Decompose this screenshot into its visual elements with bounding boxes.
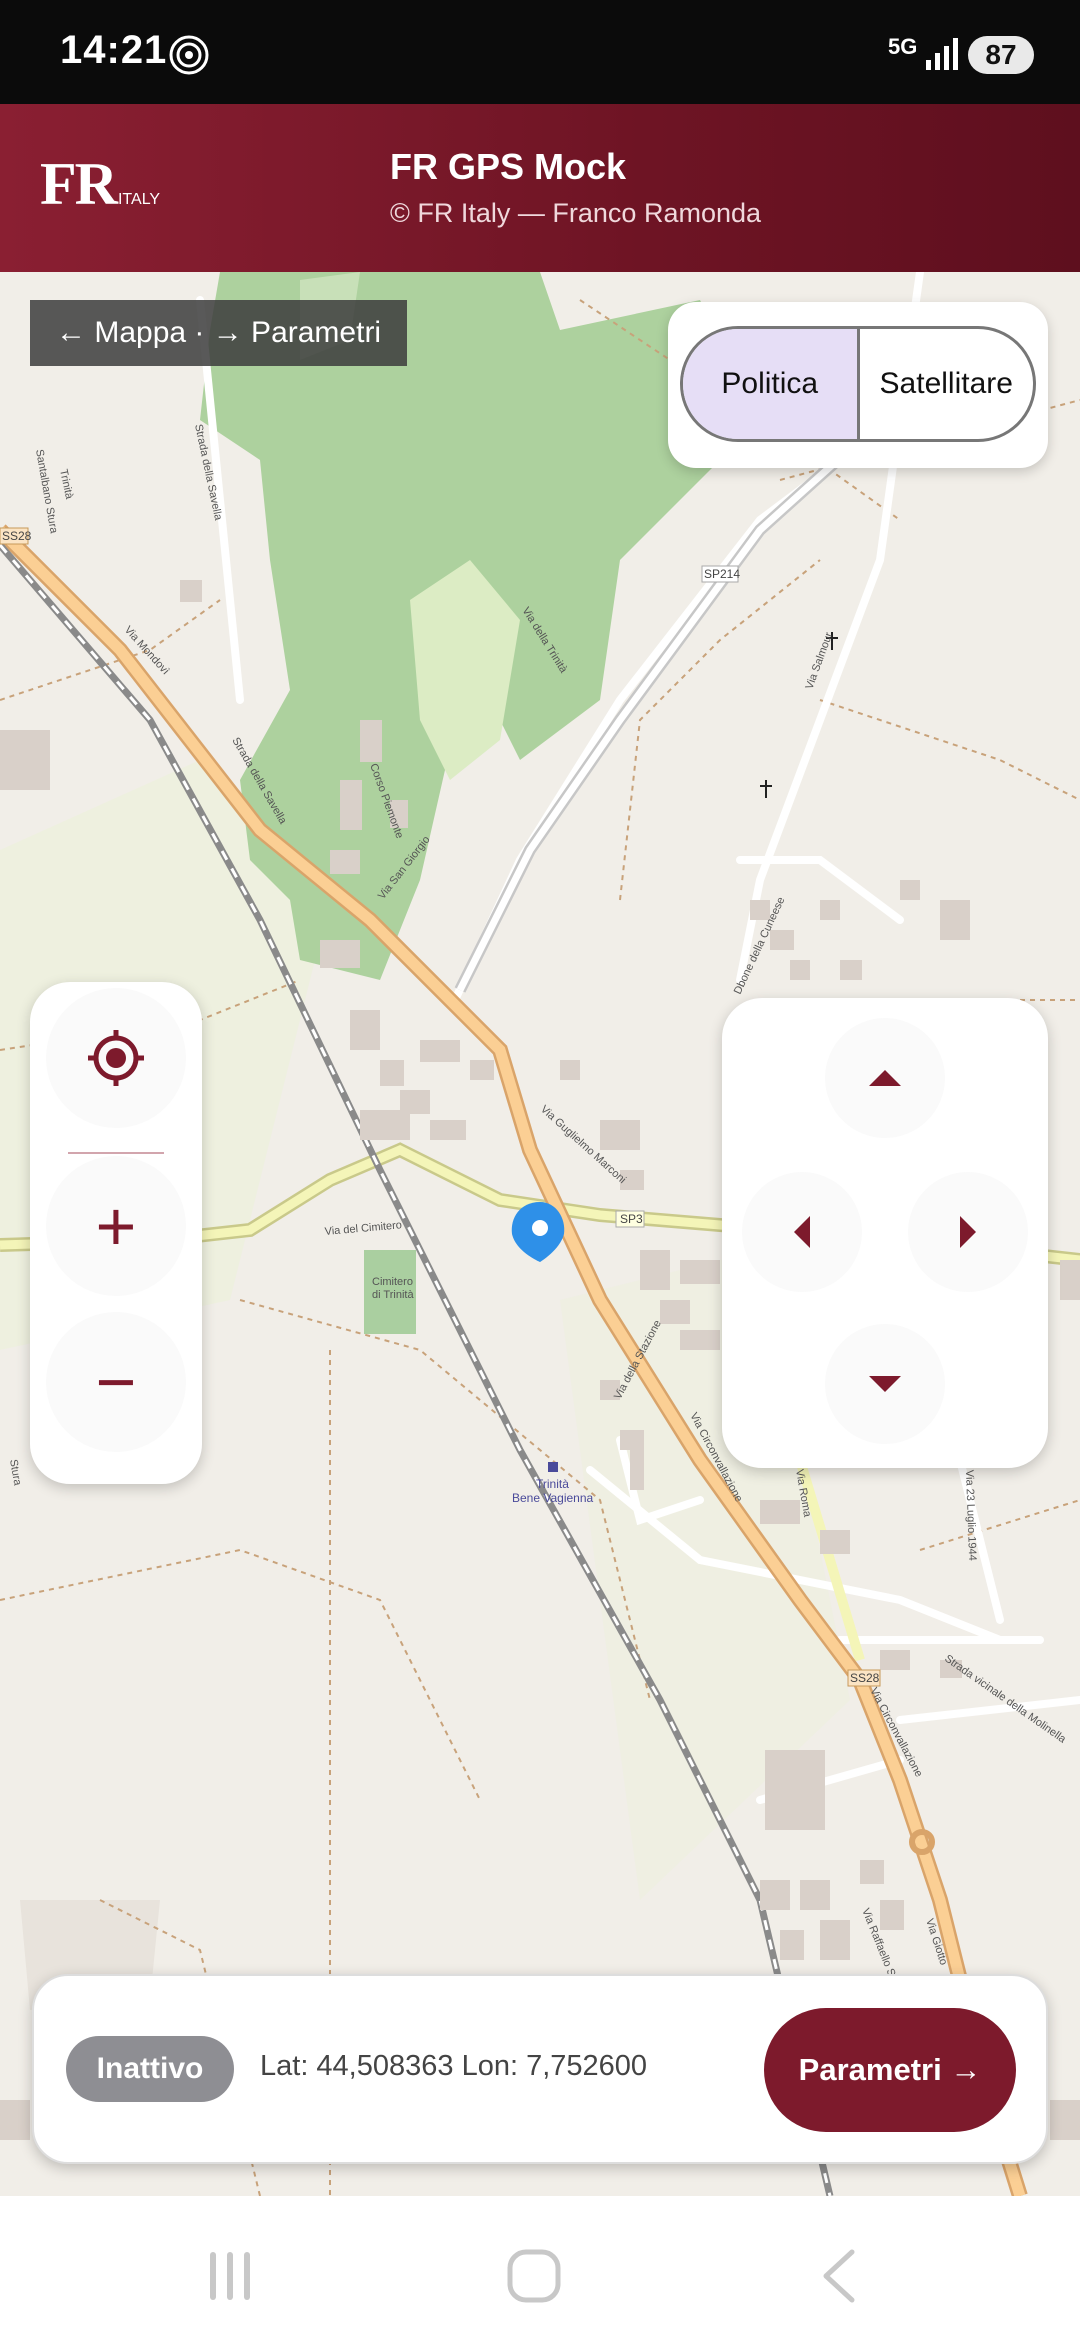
network-type: 5G [888, 34, 918, 59]
home-icon[interactable] [506, 2248, 562, 2304]
status-badge: Inattivo [66, 2036, 234, 2102]
svg-text:Bene Vagienna: Bene Vagienna [512, 1491, 594, 1505]
move-up-button[interactable] [825, 1018, 945, 1138]
logo-sub: ITALY [117, 191, 161, 208]
app-title: FR GPS Mock [390, 146, 627, 187]
svg-text:SP3: SP3 [620, 1212, 643, 1226]
app-subtitle: © FR Italy — Franco Ramonda [390, 198, 762, 228]
layer-toggle: Politica Satellitare [680, 326, 1036, 442]
system-nav-bar [0, 2196, 1080, 2340]
signal-icon [926, 38, 958, 70]
move-left-button[interactable] [742, 1172, 862, 1292]
layer-option-satellitare[interactable]: Satellitare [860, 329, 1034, 439]
recent-apps-icon[interactable] [206, 2248, 254, 2304]
arrow-up-icon [869, 1070, 901, 1086]
status-panel: Inattivo Lat: 44,508363 Lon: 7,752600 Pa… [32, 1974, 1048, 2164]
nfc-icon [169, 35, 209, 75]
status-time: 14:21 [60, 28, 168, 72]
move-right-button[interactable] [908, 1172, 1028, 1292]
svg-text:SS28: SS28 [2, 529, 32, 543]
svg-text:Cimitero: Cimitero [372, 1276, 413, 1288]
arrow-down-icon [869, 1376, 901, 1392]
svg-text:SP214: SP214 [704, 567, 740, 581]
app-header: FR ITALY FR GPS Mock © FR Italy — Franco … [0, 104, 1080, 272]
layer-option-politica[interactable]: Politica [683, 329, 857, 439]
navigation-hint: ← Mappa · → Parametri [30, 300, 408, 366]
coordinates-readout: Lat: 44,508363 Lon: 7,752600 [260, 2050, 648, 2082]
zoom-out-button[interactable]: − [46, 1312, 186, 1452]
status-bar: 14:21 5G 87 [0, 0, 1080, 104]
layer-toggle-card: Politica Satellitare [668, 302, 1048, 468]
zoom-divider [68, 1152, 164, 1154]
locate-button[interactable] [46, 988, 186, 1128]
battery-indicator: 87 [968, 36, 1034, 74]
zoom-controls: + − [30, 982, 202, 1484]
arrow-right-icon [960, 1216, 976, 1248]
logo-main: FR [40, 151, 118, 217]
app-logo: FR ITALY [40, 150, 160, 219]
zoom-in-button[interactable]: + [46, 1156, 186, 1296]
parametri-button[interactable]: Parametri → [764, 2008, 1016, 2132]
crosshair-icon [88, 1030, 144, 1086]
direction-pad [722, 998, 1048, 1468]
svg-text:Trinità: Trinità [536, 1477, 569, 1491]
svg-text:SS28: SS28 [850, 1671, 880, 1685]
arrow-left-icon [794, 1216, 810, 1248]
move-down-button[interactable] [825, 1324, 945, 1444]
back-icon[interactable] [818, 2248, 858, 2304]
svg-text:di Trinità: di Trinità [372, 1289, 414, 1301]
